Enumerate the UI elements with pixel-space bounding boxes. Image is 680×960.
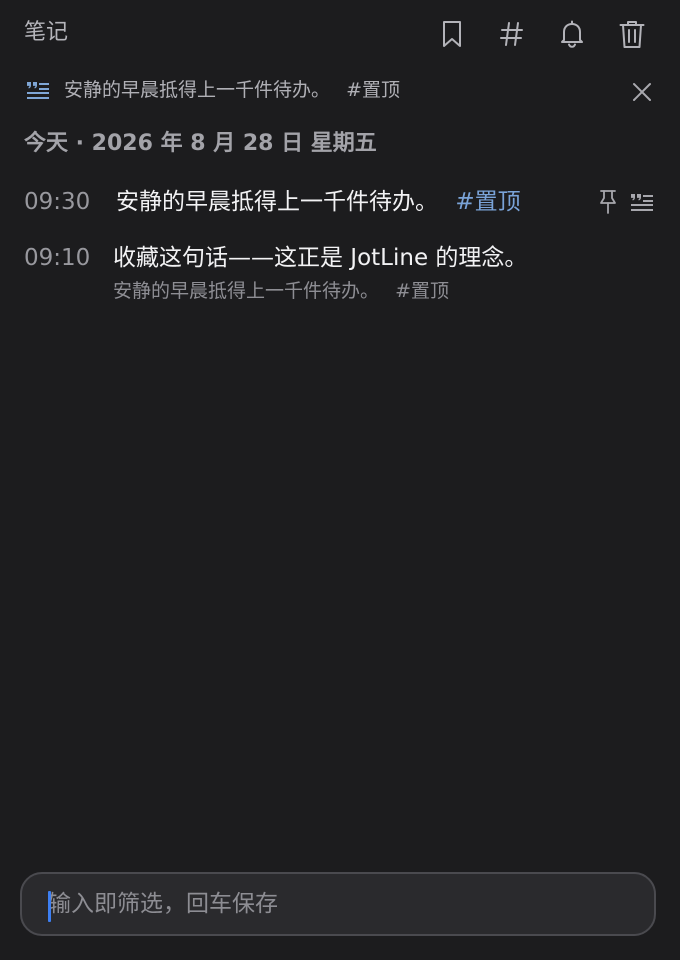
reminder-button[interactable] <box>552 14 592 54</box>
note-tag[interactable]: #置顶 <box>455 189 520 215</box>
text-caret <box>48 891 51 922</box>
note-time: 09:30 <box>24 189 91 215</box>
date-heading: 今天 · 2026 年 8 月 28 日 星期五 <box>24 131 377 156</box>
trash-icon <box>619 21 645 48</box>
hashtag-button[interactable] <box>492 14 532 54</box>
pin-icon <box>600 190 616 214</box>
quote-banner: 安静的早晨抵得上一千件待办。 #置顶 <box>0 70 680 110</box>
close-icon <box>633 83 651 101</box>
quote-list-icon <box>631 194 653 211</box>
note-quote-tag[interactable]: #置顶 <box>395 280 449 302</box>
hashtag-icon <box>500 22 523 46</box>
note-row[interactable]: 09:10 收藏这句话——这正是 JotLine 的理念。 安静的早晨抵得上一千… <box>0 240 680 310</box>
quote-list-icon <box>27 82 49 99</box>
app-header: 笔记 <box>0 0 680 66</box>
note-body-text: 安静的早晨抵得上一千件待办。 <box>116 189 438 215</box>
note-text: 收藏这句话——这正是 JotLine 的理念。 <box>113 245 528 271</box>
composer-input[interactable] <box>48 884 628 924</box>
bell-icon <box>561 20 583 48</box>
close-banner-button[interactable] <box>626 76 658 108</box>
note-quote-body: 安静的早晨抵得上一千件待办。 <box>113 280 380 302</box>
note-quoted-text: 安静的早晨抵得上一千件待办。 #置顶 <box>113 278 449 304</box>
note-time: 09:10 <box>24 245 91 271</box>
page-title: 笔记 <box>24 20 69 45</box>
note-text: 安静的早晨抵得上一千件待办。 #置顶 <box>116 186 521 218</box>
pin-button[interactable] <box>594 188 622 216</box>
quote-banner-body: 安静的早晨抵得上一千件待办。 <box>64 79 331 101</box>
bookmark-icon <box>443 21 461 47</box>
quote-banner-tag[interactable]: #置顶 <box>346 79 400 101</box>
quote-button[interactable] <box>628 188 656 216</box>
composer-bar <box>20 872 656 936</box>
bookmark-button[interactable] <box>432 14 472 54</box>
header-actions <box>412 14 652 54</box>
delete-button[interactable] <box>612 14 652 54</box>
quote-banner-text[interactable]: 安静的早晨抵得上一千件待办。 #置顶 <box>64 77 400 103</box>
note-row[interactable]: 09:30 安静的早晨抵得上一千件待办。 #置顶 <box>0 184 680 224</box>
